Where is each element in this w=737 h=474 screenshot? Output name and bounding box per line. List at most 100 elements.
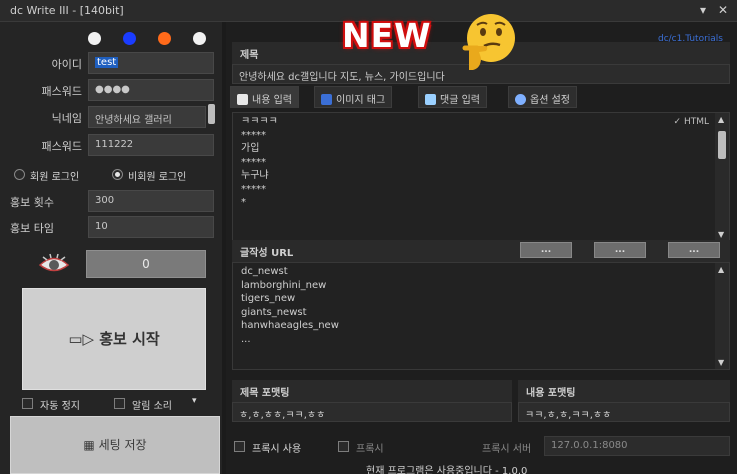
scroll-down-icon[interactable]: ▼ (718, 230, 724, 239)
alarm-checkbox[interactable] (114, 398, 125, 409)
password-field[interactable]: ●●●● (88, 79, 214, 101)
title-format-header: 제목 포맷팅 (232, 380, 512, 402)
url-scroll-down-icon[interactable]: ▼ (718, 358, 724, 367)
auto-stop-label: 자동 정지 (40, 401, 80, 412)
url-item[interactable]: hanwhaeagles_new (241, 319, 721, 333)
content-line: * (241, 197, 246, 208)
tab-image-tag[interactable]: 이미지 태그 (314, 86, 393, 108)
guest-login-radio[interactable] (112, 169, 123, 180)
id-field[interactable]: test (88, 52, 214, 74)
url-section-header: 글작성 URL ... ... ... (232, 240, 730, 262)
id-label: 아이디 (51, 58, 82, 71)
guest-login-label: 비회원 로그인 (128, 172, 187, 183)
tab-comment-label: 댓글 입력 (440, 95, 480, 106)
url-item[interactable]: tigers_new (241, 292, 721, 306)
password2-label: 패스워드 (41, 140, 82, 153)
pencil-icon (237, 94, 248, 105)
password2-field[interactable]: 111222 (88, 134, 214, 156)
content-format-header: 내용 포맷팅 (518, 380, 730, 402)
url-scroll-up-icon[interactable]: ▲ (718, 265, 724, 274)
tab-image-tag-label: 이미지 태그 (336, 95, 386, 106)
proxy-server-input[interactable]: 127.0.0.1:8080 (544, 436, 730, 456)
count-label: 홍보 횟수 (10, 196, 54, 209)
tab-content-label: 내용 입력 (252, 95, 292, 106)
url-item[interactable]: giants_newst (241, 306, 721, 320)
title-format-input[interactable]: ㅎ,ㅎ,ㅎㅎ,ㅋㅋ,ㅎㅎ (232, 402, 512, 422)
left-panel: 아이디 test 패스워드 ●●●● 닉네임 안녕하세요 갤러리 패스워드 11… (0, 22, 222, 474)
content-textarea[interactable]: ㅋㅋㅋㅋ ***** 가입 ***** 누구냐 ***** * ✓ HTML ▲… (232, 112, 730, 242)
nickname-row: 닉네임 안녕하세요 갤러리 (6, 106, 214, 128)
tab-bar: 내용 입력 이미지 태그 댓글 입력 옵션 설정 (226, 86, 737, 108)
new-badge: NEW (342, 16, 432, 55)
color-dot-white-2[interactable] (193, 32, 206, 45)
proxy-mode-checkbox[interactable] (338, 441, 349, 452)
html-checkbox[interactable]: ✓ HTML (674, 117, 709, 127)
delay-row: 홍보 타임 10 (6, 216, 214, 238)
content-line: ***** (241, 129, 266, 141)
content-line: ***** (241, 156, 266, 168)
content-line: 누구냐 (241, 170, 269, 181)
proxy-use-checkbox[interactable] (234, 441, 245, 452)
nickname-label: 닉네임 (51, 112, 82, 125)
url-list[interactable]: dc_newst lamborghini_new tigers_new gian… (232, 262, 730, 370)
auto-stop-checkbox[interactable] (22, 398, 33, 409)
content-scrollbar[interactable]: ▲ ▼ (715, 113, 729, 241)
color-dot-blue[interactable] (123, 32, 136, 45)
options-row: 자동 정지 알림 소리 ▾ (22, 394, 208, 414)
url-item[interactable]: dc_newst (241, 265, 721, 279)
tab-comment[interactable]: 댓글 입력 (418, 86, 487, 108)
id-value: test (95, 57, 119, 68)
status-footer: 현재 프로그램은 사용중입니다 - 1.0.0 (366, 466, 528, 474)
proxy-mode-label: 프록시 (356, 444, 384, 455)
start-icon: ▭▷ (68, 330, 100, 348)
password2-row: 패스워드 111222 (6, 134, 214, 156)
proxy-use-label: 프록시 사용 (252, 444, 302, 455)
url-item[interactable]: ... (241, 333, 721, 347)
minimize-button[interactable]: ▾ (696, 3, 710, 17)
url-scrollbar[interactable]: ▲ ▼ (715, 263, 729, 369)
tab-options[interactable]: 옵션 설정 (508, 86, 577, 108)
delay-field[interactable]: 10 (88, 216, 214, 238)
color-dot-orange[interactable] (158, 32, 171, 45)
member-login-radio[interactable] (14, 169, 25, 180)
member-login-label: 회원 로그인 (30, 172, 80, 183)
tab-content[interactable]: 내용 입력 (230, 86, 299, 108)
login-mode-radio-group: 회원 로그인 비회원 로그인 (12, 167, 212, 185)
thinking-face-icon (462, 14, 515, 70)
alarm-dropdown-icon[interactable]: ▾ (192, 396, 197, 406)
tab-options-label: 옵션 설정 (530, 95, 570, 106)
window-title: dc Write III - [140bit] (10, 4, 124, 17)
save-label: 세팅 저장 (98, 438, 147, 452)
right-panel: dc/c1.Tutorials 제목 안녕하세요 dc갤입니다 지도, 뉴스, … (226, 22, 737, 474)
nickname-field[interactable]: 안녕하세요 갤러리 (88, 106, 206, 128)
content-line: ㅋㅋㅋㅋ (241, 116, 278, 127)
scroll-up-icon[interactable]: ▲ (718, 115, 724, 124)
close-button[interactable]: ✕ (716, 3, 730, 17)
content-line: 가입 (241, 143, 260, 154)
url-item[interactable]: lamborghini_new (241, 279, 721, 293)
id-row: 아이디 test (6, 52, 214, 74)
save-icon: ▦ (83, 438, 99, 452)
eye-icon[interactable] (38, 250, 70, 276)
content-format-input[interactable]: ㅋㅋ,ㅎ,ㅎ,ㅋㅋ,ㅎㅎ (518, 402, 730, 422)
color-dot-white[interactable] (88, 32, 101, 45)
save-settings-button[interactable]: ▦ 세팅 저장 (10, 416, 220, 474)
url-header-label: 글작성 URL (240, 248, 294, 259)
counter-button[interactable]: 0 (86, 250, 206, 278)
count-row: 홍보 횟수 300 (6, 190, 214, 212)
delay-label: 홍보 타임 (10, 222, 54, 235)
gear-icon (515, 94, 526, 105)
url-add-button[interactable]: ... (520, 242, 572, 258)
content-line: ***** (241, 183, 266, 195)
start-promotion-button[interactable]: ▭▷ 홍보 시작 (22, 288, 206, 390)
start-label: 홍보 시작 (99, 330, 160, 348)
scroll-thumb[interactable] (718, 131, 726, 159)
image-icon (321, 94, 332, 105)
count-field[interactable]: 300 (88, 190, 214, 212)
url-delete-button[interactable]: ... (668, 242, 720, 258)
nickname-scroll-thumb[interactable] (208, 104, 215, 124)
url-edit-button[interactable]: ... (594, 242, 646, 258)
proxy-server-label: 프록시 서버 (482, 444, 532, 455)
password-label: 패스워드 (41, 85, 82, 98)
proxy-row: 프록시 사용 프록시 프록시 서버 127.0.0.1:8080 (232, 436, 730, 458)
